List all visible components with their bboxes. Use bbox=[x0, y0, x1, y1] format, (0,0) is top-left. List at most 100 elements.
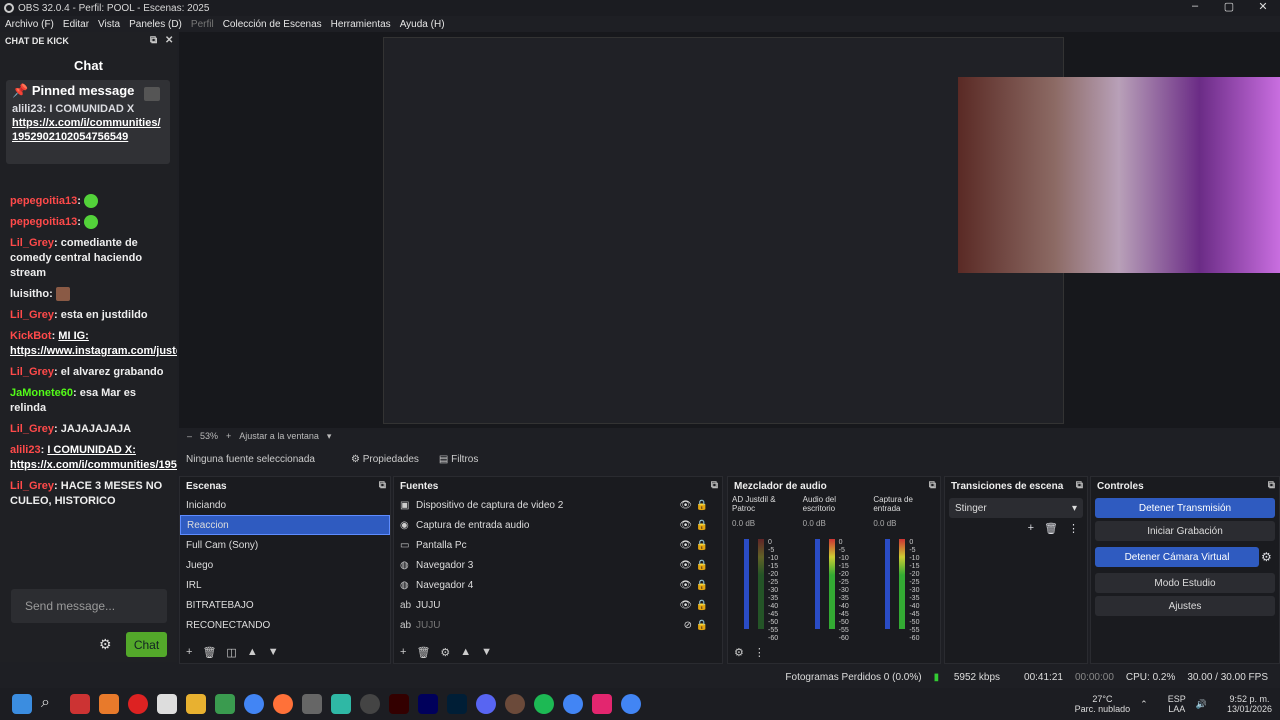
menu-docks[interactable]: Paneles (D) bbox=[129, 19, 182, 30]
language[interactable]: ESP LAA bbox=[1158, 694, 1186, 714]
zoom-fit[interactable]: Ajustar a la ventana bbox=[239, 431, 319, 441]
tiktok-icon[interactable] bbox=[592, 694, 612, 714]
chevron-down-icon[interactable]: ▾ bbox=[327, 431, 332, 442]
up-icon[interactable]: ▲ bbox=[460, 646, 471, 659]
chrome-icon[interactable] bbox=[621, 694, 641, 714]
illustrator-icon[interactable] bbox=[389, 694, 409, 714]
zoom-in-icon[interactable]: + bbox=[226, 431, 231, 441]
lock-icon[interactable] bbox=[144, 87, 160, 101]
source-item[interactable]: ◍ Navegador 4 👁 🔒 bbox=[394, 575, 722, 595]
mixer-channel[interactable]: Captura de entrada 0.0 dB 0 -5 -10 -15 -20 -25-… bbox=[869, 495, 940, 655]
discord-icon[interactable] bbox=[476, 694, 496, 714]
undock-icon[interactable]: ⧉ bbox=[150, 35, 157, 46]
stop-virtual-camera-button[interactable]: Detener Cámara Virtual bbox=[1095, 547, 1259, 567]
opera-icon[interactable] bbox=[128, 694, 148, 714]
premiere-icon[interactable] bbox=[418, 694, 438, 714]
stream-time: 00:41:21 bbox=[1024, 671, 1063, 683]
app-icon[interactable] bbox=[157, 694, 177, 714]
more-icon[interactable]: ⋮ bbox=[1068, 522, 1079, 535]
window-title: OBS 32.0.4 - Perfil: POOL - Escenas: 202… bbox=[18, 2, 210, 14]
chat-dock: CHAT DE KICK ⧉ ✕ Chat pepegoitia13: pepe… bbox=[0, 32, 177, 662]
obs-icon[interactable] bbox=[360, 694, 380, 714]
scene-item[interactable]: Iniciando bbox=[180, 495, 390, 515]
source-item[interactable]: ◍ Navegador 3 👁 🔒 bbox=[394, 555, 722, 575]
properties-button[interactable]: ⚙ Propiedades bbox=[351, 454, 419, 465]
minimize-icon[interactable]: – bbox=[1178, 0, 1212, 13]
lock-icon: 🔒 bbox=[695, 559, 708, 571]
down-icon[interactable]: ▼ bbox=[268, 646, 279, 659]
source-item[interactable]: ab JUJU 👁 🔒 bbox=[394, 595, 722, 615]
stop-stream-button[interactable]: Detener Transmisión bbox=[1095, 498, 1275, 518]
app-icon[interactable] bbox=[331, 694, 351, 714]
menu-tools[interactable]: Herramientas bbox=[331, 19, 391, 30]
photoshop-icon[interactable] bbox=[447, 694, 467, 714]
chrome-icon[interactable] bbox=[563, 694, 583, 714]
up-icon[interactable]: ▲ bbox=[247, 646, 258, 659]
source-item[interactable]: ◉ Captura de entrada audio 👁 🔒 bbox=[394, 515, 722, 535]
chrome-icon[interactable] bbox=[244, 694, 264, 714]
windows-start-icon[interactable] bbox=[12, 694, 32, 714]
trash-icon[interactable]: 🗑 bbox=[416, 646, 430, 659]
chevron-up-icon[interactable]: ⌃ bbox=[1140, 699, 1148, 709]
down-icon[interactable]: ▼ bbox=[481, 646, 492, 659]
source-item[interactable]: ▣ Dispositivo de captura de video 2 👁 🔒 bbox=[394, 495, 722, 515]
trash-icon[interactable]: 🗑 bbox=[1044, 522, 1058, 535]
start-recording-button[interactable]: Iniciar Grabación bbox=[1095, 521, 1275, 541]
menu-edit[interactable]: Editar bbox=[63, 19, 89, 30]
settings-gear-icon[interactable]: ⚙ bbox=[99, 636, 112, 653]
studio-mode-button[interactable]: Modo Estudio bbox=[1095, 573, 1275, 593]
scene-item[interactable]: BITRATEBAJO bbox=[180, 595, 390, 615]
maximize-icon[interactable]: ▢ bbox=[1212, 0, 1246, 13]
chat-send-button[interactable]: Chat bbox=[126, 632, 167, 657]
app-icon[interactable] bbox=[302, 694, 322, 714]
drive-icon[interactable] bbox=[215, 694, 235, 714]
add-icon[interactable]: + bbox=[400, 646, 406, 659]
mixer-dock: Mezclador de audio ⧉ AD Justdil & Patroc 0… bbox=[727, 476, 941, 664]
mixer-channel[interactable]: Audio del escritorio 0.0 dB 0 -5 -10 -15 -20 -2… bbox=[799, 495, 870, 655]
source-item[interactable]: ab JUJU ⊘ 🔒 bbox=[394, 615, 722, 635]
menu-profile[interactable]: Perfil bbox=[191, 19, 214, 30]
gear-icon[interactable]: ⚙ bbox=[440, 646, 450, 659]
dock-menu-icon[interactable]: ⧉ bbox=[1268, 480, 1275, 491]
spotify-icon[interactable] bbox=[534, 694, 554, 714]
source-item[interactable]: ▭ Pantalla Pc 👁 🔒 bbox=[394, 535, 722, 555]
mixer-settings-icon[interactable]: ⚙ bbox=[734, 646, 744, 659]
firefox-icon[interactable] bbox=[273, 694, 293, 714]
chevron-down-icon: ▾ bbox=[1071, 502, 1077, 514]
scene-item[interactable]: Juego bbox=[180, 555, 390, 575]
close-icon[interactable]: ✕ bbox=[1246, 0, 1280, 13]
scene-item[interactable]: RECONECTANDO bbox=[180, 615, 390, 635]
dock-menu-icon[interactable]: ⧉ bbox=[379, 480, 386, 491]
add-icon[interactable]: + bbox=[1028, 522, 1034, 535]
menu-view[interactable]: Vista bbox=[98, 19, 120, 30]
menu-file[interactable]: Archivo (F) bbox=[5, 19, 54, 30]
filter-icon[interactable]: ◫ bbox=[226, 646, 236, 659]
transition-select[interactable]: Stinger ▾ bbox=[949, 498, 1083, 518]
scene-item[interactable]: Reaccion bbox=[180, 515, 390, 535]
dock-menu-icon[interactable]: ⧉ bbox=[1076, 480, 1083, 491]
send-message-input[interactable]: Send message... bbox=[11, 589, 167, 623]
add-icon[interactable]: + bbox=[186, 646, 192, 659]
dock-menu-icon[interactable]: ⧉ bbox=[711, 480, 718, 491]
scene-item[interactable]: Full Cam (Sony) bbox=[180, 535, 390, 555]
menu-help[interactable]: Ayuda (H) bbox=[400, 19, 445, 30]
settings-button[interactable]: Ajustes bbox=[1095, 596, 1275, 616]
filters-button[interactable]: ▤ Filtros bbox=[439, 454, 478, 465]
weather[interactable]: 27°C Parc. nublado bbox=[1065, 694, 1131, 714]
folder-icon[interactable] bbox=[186, 694, 206, 714]
scene-item[interactable]: IRL bbox=[180, 575, 390, 595]
volume-icon[interactable]: 🔊 bbox=[1196, 699, 1207, 709]
trash-icon[interactable]: 🗑 bbox=[202, 646, 216, 659]
clock[interactable]: 9:52 p. m. 13/01/2026 bbox=[1217, 694, 1272, 714]
virtual-camera-gear-icon[interactable]: ⚙ bbox=[1261, 550, 1279, 564]
search-icon[interactable]: ⌕ bbox=[41, 694, 61, 714]
mixer-channel[interactable]: AD Justdil & Patroc 0.0 dB 0 -5 -10 -15 -20 -25… bbox=[728, 495, 799, 655]
app-icon[interactable] bbox=[505, 694, 525, 714]
menu-scene-collection[interactable]: Colección de Escenas bbox=[223, 19, 322, 30]
zoom-out-icon[interactable]: – bbox=[187, 431, 192, 441]
dock-menu-icon[interactable]: ⧉ bbox=[929, 480, 936, 491]
app-icon[interactable] bbox=[70, 694, 90, 714]
more-icon[interactable]: ⋮ bbox=[754, 646, 765, 659]
app-icon[interactable] bbox=[99, 694, 119, 714]
close-dock-icon[interactable]: ✕ bbox=[165, 35, 173, 46]
